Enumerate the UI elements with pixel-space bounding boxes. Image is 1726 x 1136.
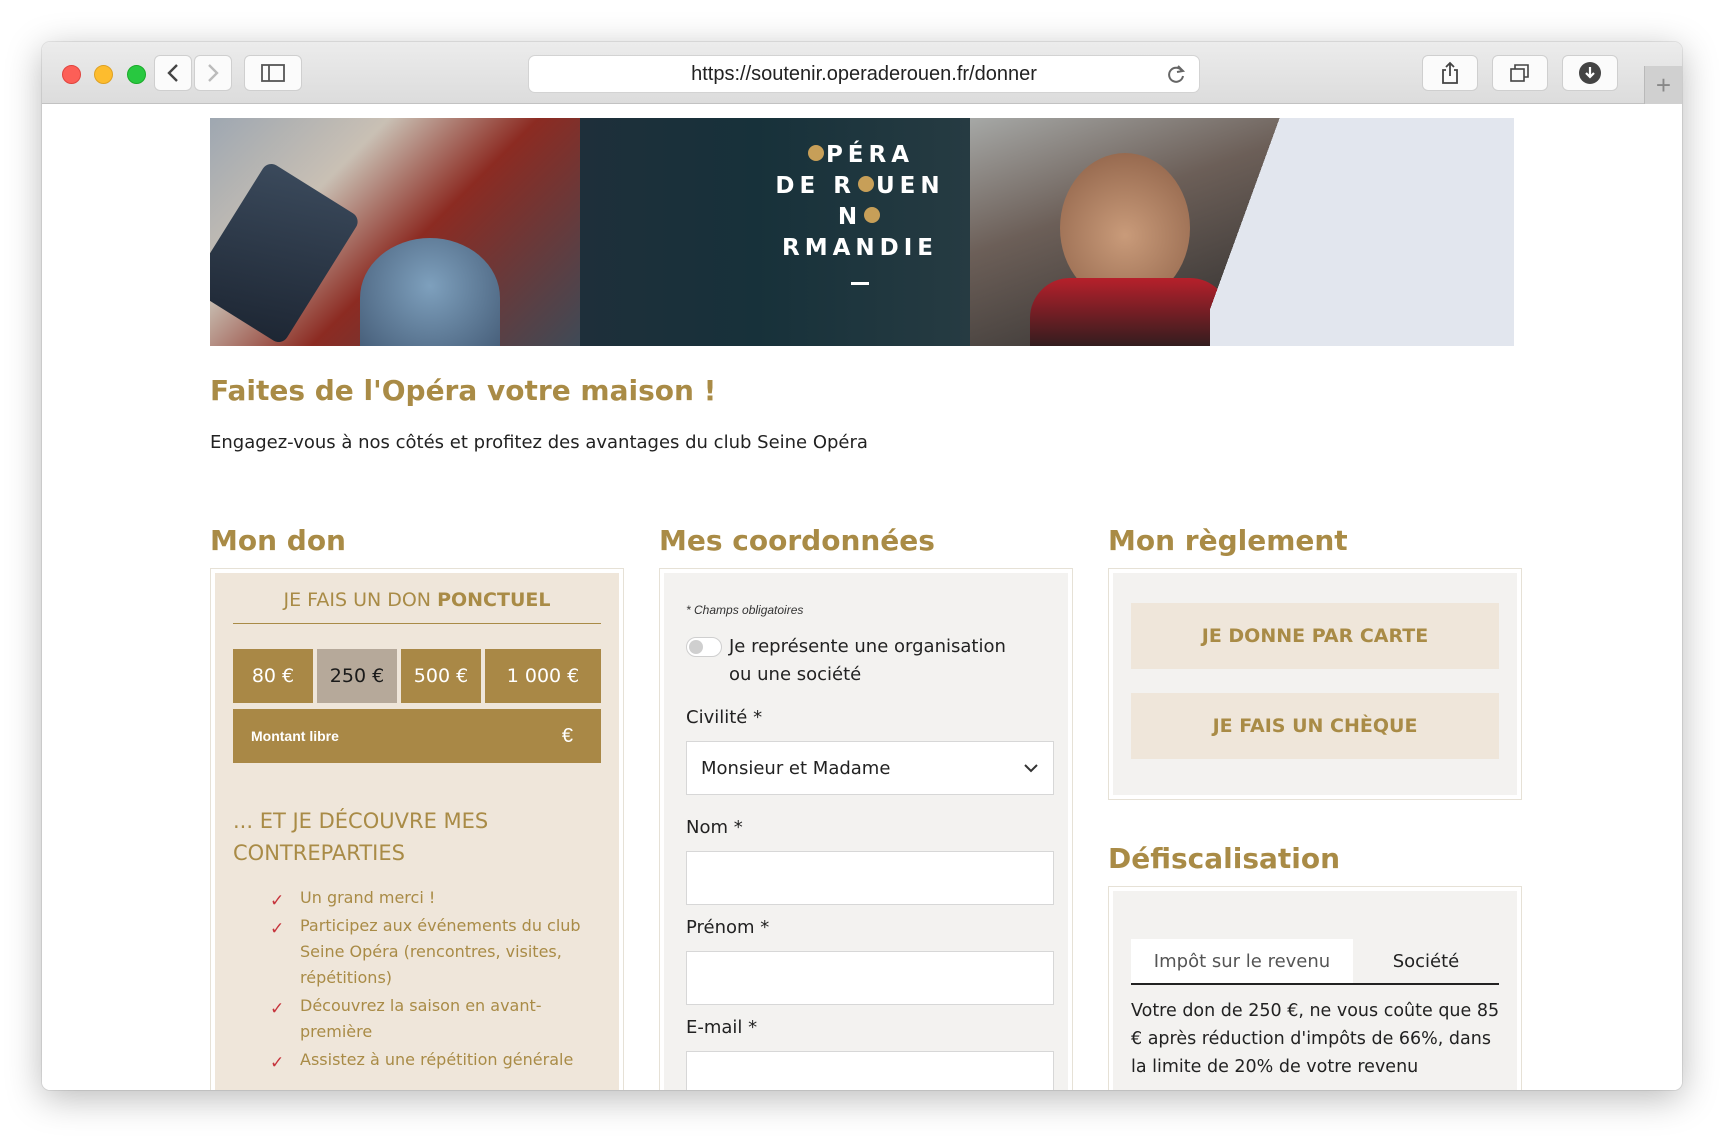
chevron-right-icon	[208, 64, 219, 82]
donation-panel: JE FAIS UN DON PONCTUEL 80 € 250 € 500 €…	[210, 568, 624, 1090]
tabs-icon	[1510, 64, 1529, 82]
nom-field[interactable]	[686, 851, 1054, 905]
check-icon: ✓	[270, 1053, 285, 1073]
back-button[interactable]	[154, 55, 192, 91]
reload-icon[interactable]	[1165, 63, 1187, 85]
zoom-window-button[interactable]	[127, 65, 146, 84]
civilite-select[interactable]: Monsieur et Madame	[686, 741, 1054, 795]
check-icon: ✓	[270, 919, 285, 939]
free-amount-label: Montant libre	[251, 728, 339, 744]
prenom-label: Prénom *	[686, 917, 770, 938]
defiscalisation-title: Défiscalisation	[1108, 842, 1341, 875]
check-icon: ✓	[270, 891, 285, 911]
tax-tabs: Impôt sur le revenu Société	[1131, 939, 1499, 985]
browser-window: https://soutenir.operaderouen.fr/donner …	[42, 42, 1682, 1090]
amount-option-250[interactable]: 250 €	[317, 649, 397, 703]
don-section-title: Mon don	[210, 524, 346, 557]
download-icon	[1579, 62, 1601, 84]
pay-by-cheque-button[interactable]: JE FAIS UN CHÈQUE	[1131, 693, 1499, 759]
check-icon: ✓	[270, 999, 285, 1019]
chevron-left-icon	[167, 64, 178, 82]
tax-explanation: Votre don de 250 €, ne vous coûte que 85…	[1131, 1001, 1500, 1077]
address-bar[interactable]: https://soutenir.operaderouen.fr/donner	[528, 55, 1200, 93]
browser-toolbar: https://soutenir.operaderouen.fr/donner …	[42, 42, 1682, 104]
free-amount-input[interactable]: Montant libre €	[233, 709, 601, 763]
list-item: ✓ Un grand merci !	[270, 885, 590, 911]
sidebar-toggle-button[interactable]	[244, 55, 302, 91]
amount-option-1000[interactable]: 1 000 €	[485, 649, 601, 703]
required-fields-note: * Champs obligatoires	[686, 603, 804, 617]
opera-logo[interactable]: PÉRA DE R UEN NRMANDIE	[760, 140, 960, 285]
tab-societe[interactable]: Société	[1353, 939, 1499, 983]
new-tab-button[interactable]: +	[1644, 66, 1682, 104]
share-button[interactable]	[1422, 55, 1478, 91]
civilite-label: Civilité *	[686, 707, 763, 728]
page-headline: Faites de l'Opéra votre maison !	[210, 374, 717, 407]
organisation-toggle[interactable]	[686, 637, 722, 657]
amount-options: 80 € 250 € 500 € 1 000 €	[233, 649, 601, 703]
minimize-window-button[interactable]	[94, 65, 113, 84]
chevron-down-icon	[1024, 764, 1038, 773]
tax-panel: Impôt sur le revenu Société Votre don de…	[1108, 886, 1522, 1090]
hero-banner: PÉRA DE R UEN NRMANDIE	[210, 118, 1514, 346]
contreparties-title: ... ET JE DÉCOUVRE MES CONTREPARTIES	[233, 809, 489, 865]
payment-panel: JE DONNE PAR CARTE JE FAIS UN CHÈQUE	[1108, 568, 1522, 800]
page-intro: Engagez-vous à nos côtés et profitez des…	[210, 432, 868, 453]
prenom-field[interactable]	[686, 951, 1054, 1005]
email-label: E-mail *	[686, 1017, 758, 1038]
list-item: ✓ Assistez à une répétition générale	[270, 1047, 590, 1073]
nom-label: Nom *	[686, 817, 743, 838]
list-item: ✓ Participez aux événements du club Seine…	[270, 916, 581, 987]
reglement-section-title: Mon règlement	[1108, 524, 1348, 557]
downloads-button[interactable]	[1562, 55, 1618, 91]
url-text: https://soutenir.operaderouen.fr/donner	[691, 62, 1037, 85]
plus-icon: +	[1655, 69, 1672, 100]
benefits-list: ✓ Un grand merci ! ✓ Participez aux événem…	[270, 885, 590, 1075]
forward-button[interactable]	[194, 55, 232, 91]
web-page: PÉRA DE R UEN NRMANDIE Faites de l'Opéra …	[42, 104, 1682, 1090]
donation-type-header: JE FAIS UN DON PONCTUEL	[233, 589, 601, 624]
currency-symbol: €	[561, 724, 573, 747]
coordonnees-section-title: Mes coordonnées	[659, 524, 935, 557]
pay-by-card-button[interactable]: JE DONNE PAR CARTE	[1131, 603, 1499, 669]
email-field[interactable]	[686, 1051, 1054, 1090]
share-icon	[1442, 61, 1458, 84]
sidebar-icon	[261, 64, 285, 82]
civilite-value: Monsieur et Madame	[701, 757, 891, 779]
close-window-button[interactable]	[62, 65, 81, 84]
amount-option-500[interactable]: 500 €	[401, 649, 481, 703]
organisation-toggle-label: Je représente une organisation ou une so…	[729, 636, 1006, 685]
list-item: ✓ Découvrez la saison en avant-première	[270, 996, 542, 1041]
contact-form-panel: * Champs obligatoires Je représente une …	[659, 568, 1073, 1090]
tabs-overview-button[interactable]	[1492, 55, 1548, 91]
tab-impot-revenu[interactable]: Impôt sur le revenu	[1131, 939, 1353, 983]
amount-option-80[interactable]: 80 €	[233, 649, 313, 703]
